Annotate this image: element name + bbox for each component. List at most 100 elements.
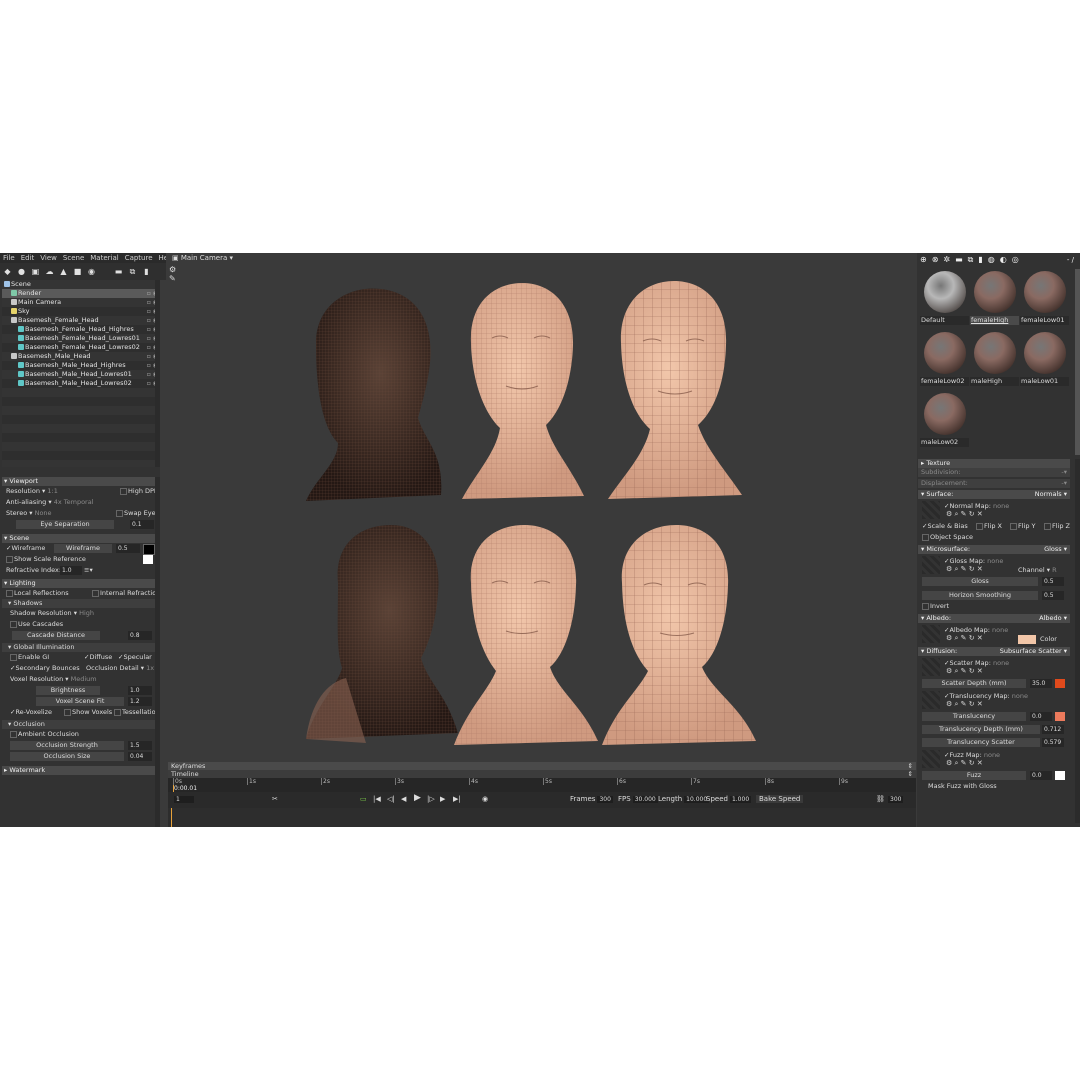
diffusion-section[interactable]: ▾ Diffusion: Subsurface Scatter ▾	[918, 647, 1070, 656]
add-material-icon[interactable]: ⊕	[920, 255, 927, 264]
fuzz-map-slot[interactable]: ✓Fuzz Map: none ⚙ ⌕ ✎ ↻ ✕	[918, 748, 1070, 770]
pick-material-icon[interactable]: ✲	[943, 255, 950, 264]
cascade-distance-slider[interactable]: Cascade Distance	[12, 631, 100, 640]
albedo-map-slot[interactable]: ✓Albedo Map: none ⚙ ⌕ ✎ ↻ ✕ Color	[918, 623, 1070, 645]
refractive-index-value[interactable]: 1.0	[60, 566, 82, 575]
tree-item[interactable]: Scene	[2, 280, 160, 289]
ambient-occlusion-checkbox[interactable]: Ambient Occlusion	[10, 729, 79, 740]
enable-gi-checkbox[interactable]: Enable GI	[10, 652, 49, 663]
play-forward-icon[interactable]: ▶	[440, 795, 445, 803]
surface-section[interactable]: ▾ Surface: Normals ▾	[918, 490, 1070, 499]
step-forward-icon[interactable]: |▷	[427, 795, 435, 803]
material-thumbnail[interactable]: maleLow02	[920, 391, 970, 449]
diffuse-checkbox[interactable]: ✓Diffuse	[84, 652, 112, 663]
link-material-icon[interactable]: ⊗	[932, 255, 939, 264]
play-back-icon[interactable]: ◀	[401, 795, 406, 803]
resolution-dropdown[interactable]: Resolution ▾ 1:1	[6, 486, 58, 497]
section-scene[interactable]: ▾ Scene	[2, 534, 158, 543]
translucency-color-swatch[interactable]	[1055, 712, 1065, 721]
channel-dropdown[interactable]: Channel ▾ R	[1018, 565, 1057, 576]
shadow-resolution-dropdown[interactable]: Shadow Resolution ▾ High	[10, 608, 94, 619]
menu-scene[interactable]: Scene	[60, 254, 87, 262]
flip-z-checkbox[interactable]: Flip Z	[1044, 521, 1070, 532]
slot-tools-icon[interactable]: ⚙ ⌕ ✎ ↻ ✕	[946, 700, 983, 709]
translucency-depth-slider[interactable]: Translucency Depth (mm)	[922, 725, 1040, 734]
voxel-scene-fit-value[interactable]: 1.2	[128, 697, 152, 706]
tree-item[interactable]: Basemesh_Female_Head_Lowres01 ▫ ◉	[2, 334, 160, 343]
eye-separation-value[interactable]: 0.1	[130, 520, 154, 529]
wireframe-value[interactable]: 0.5	[116, 544, 140, 553]
male-head-lowres01[interactable]	[454, 525, 598, 745]
skip-end-icon[interactable]: ▶|	[453, 795, 461, 803]
female-head-lowres02[interactable]	[608, 281, 742, 499]
subdivision-section[interactable]: Subdivision: -▾	[918, 468, 1070, 477]
folder-icon[interactable]: ▬	[113, 266, 124, 277]
cube-icon[interactable]: ◆	[2, 266, 13, 277]
menu-capture[interactable]: Capture	[122, 254, 156, 262]
wireframe-checkbox[interactable]: ✓Wireframe	[6, 543, 45, 554]
use-cascades-checkbox[interactable]: Use Cascades	[10, 619, 63, 630]
duplicate-icon[interactable]: ⧉	[127, 266, 138, 277]
material-thumbnail[interactable]: femaleLow02	[920, 330, 970, 388]
section-occlusion[interactable]: ▾ Occlusion	[2, 720, 158, 729]
specular-checkbox[interactable]: ✓Specular	[118, 652, 152, 663]
scatter-depth-slider[interactable]: Scatter Depth (mm)	[922, 679, 1026, 688]
tessellation-checkbox[interactable]: Tessellation	[114, 707, 160, 718]
globe-icon[interactable]: ◍	[988, 255, 995, 264]
voxel-scene-fit-slider[interactable]: Voxel Scene Fit	[36, 697, 124, 706]
tree-item[interactable]: Main Camera ▫ ◉	[2, 298, 160, 307]
gloss-slider[interactable]: Gloss	[922, 577, 1038, 586]
local-reflections-checkbox[interactable]: Local Reflections	[6, 588, 69, 599]
material-thumbnail[interactable]: femaleHigh	[970, 269, 1020, 327]
light-icon[interactable]: ●	[16, 266, 27, 277]
fps-field[interactable]: 30.000	[632, 796, 658, 803]
occlusion-strength-slider[interactable]: Occlusion Strength	[10, 741, 124, 750]
flip-x-checkbox[interactable]: Flip X	[976, 521, 1002, 532]
trash-icon[interactable]: ▮	[141, 266, 152, 277]
link-icon[interactable]: ⛓	[876, 795, 885, 803]
timeline-header[interactable]: Timeline ⇕	[168, 770, 916, 778]
group-icon[interactable]: ■	[72, 266, 83, 277]
camera-icon[interactable]: ▣	[30, 266, 41, 277]
frames-field[interactable]: 300	[597, 796, 613, 803]
eye-separation-slider[interactable]: Eye Separation	[16, 520, 114, 529]
tree-item[interactable]: Basemesh_Male_Head_Lowres01 ▫ ◉	[2, 370, 160, 379]
translucency-slider[interactable]: Translucency	[922, 712, 1026, 721]
scale-bias-checkbox[interactable]: ✓Scale & Bias	[922, 521, 968, 532]
cascade-distance-value[interactable]: 0.8	[128, 631, 152, 640]
stereo-dropdown[interactable]: Stereo ▾ None	[6, 508, 52, 519]
translucency-map-slot[interactable]: ✓Translucency Map: none ⚙ ⌕ ✎ ↻ ✕	[918, 689, 1070, 711]
occlusion-size-slider[interactable]: Occlusion Size	[10, 752, 124, 761]
tree-item[interactable]: Render ▫ ◉	[2, 289, 160, 298]
slot-tools-icon[interactable]: ⚙ ⌕ ✎ ↻ ✕	[946, 634, 983, 643]
scale-reference-color-swatch[interactable]	[143, 555, 153, 564]
expand-icon[interactable]: ⇕	[908, 762, 913, 770]
albedo-color-swatch[interactable]	[1018, 635, 1036, 644]
swap-eyes-checkbox[interactable]: Swap Eyes	[116, 508, 159, 519]
material-scrollbar[interactable]	[1075, 269, 1080, 455]
slot-tools-icon[interactable]: ⚙ ⌕ ✎ ↻ ✕	[946, 510, 983, 519]
material-thumbnail[interactable]: maleHigh	[970, 330, 1020, 388]
keyframes-header[interactable]: Keyframes ⇕	[168, 762, 916, 770]
albedo-section[interactable]: ▾ Albedo: Albedo ▾	[918, 614, 1070, 623]
end-frame-field[interactable]: 300	[888, 796, 904, 803]
microsurface-section[interactable]: ▾ Microsurface: Gloss ▾	[918, 545, 1070, 554]
speed-field[interactable]: 1.000	[729, 796, 752, 803]
tree-item[interactable]: Basemesh_Male_Head ▫ ◉	[2, 352, 160, 361]
record-icon[interactable]: ◉	[482, 795, 488, 803]
voxel-resolution-dropdown[interactable]: Voxel Resolution ▾ Medium	[10, 674, 97, 685]
panel-menu[interactable]: - /	[1067, 256, 1074, 264]
mask-fuzz-checkbox[interactable]: Mask Fuzz with Gloss	[928, 781, 997, 792]
occlusion-detail-dropdown[interactable]: Occlusion Detail ▾ 1x	[86, 663, 154, 674]
translucency-depth-value[interactable]: 0.712	[1042, 725, 1064, 734]
properties-scrollbar[interactable]	[1075, 459, 1080, 823]
tree-item[interactable]: Basemesh_Male_Head_Highres ▫ ◉	[2, 361, 160, 370]
slot-tools-icon[interactable]: ⚙ ⌕ ✎ ↻ ✕	[946, 667, 983, 676]
scatter-color-swatch[interactable]	[1055, 679, 1065, 688]
material-thumbnail[interactable]: Default	[920, 269, 970, 327]
loop-icon[interactable]: ▭	[360, 795, 367, 803]
gloss-map-slot[interactable]: ✓Gloss Map: none ⚙ ⌕ ✎ ↻ ✕ Channel ▾ R	[918, 554, 1070, 576]
horizon-smoothing-value[interactable]: 0.5	[1042, 591, 1064, 600]
folder-icon[interactable]: ▬	[955, 255, 963, 264]
wireframe-slider[interactable]: Wireframe	[54, 544, 112, 553]
